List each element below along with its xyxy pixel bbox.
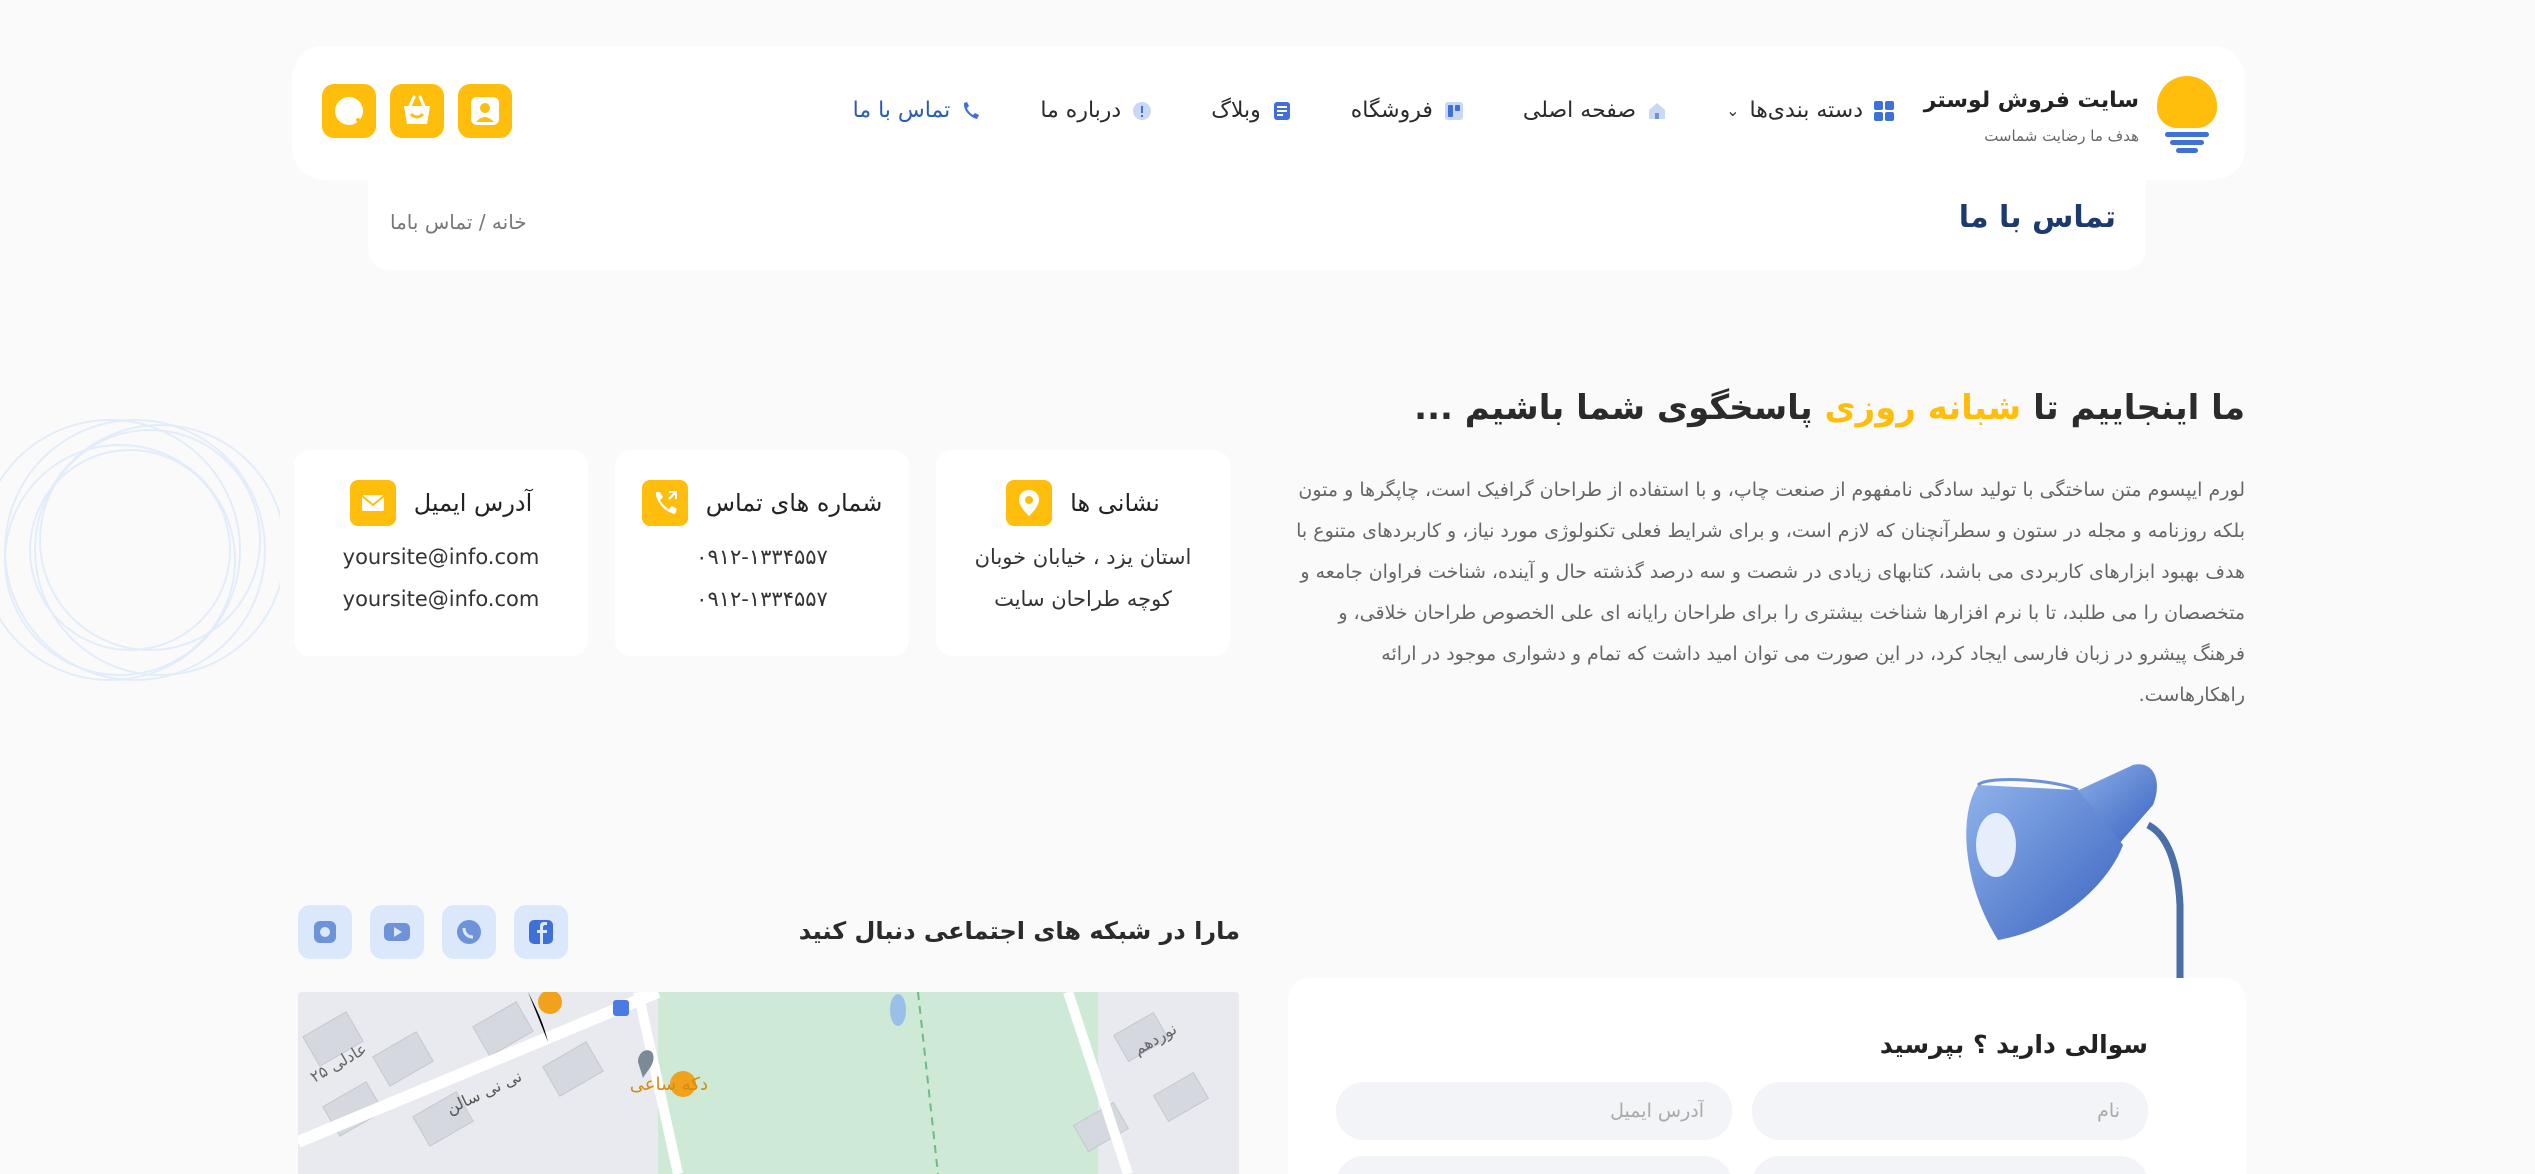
phone-icon — [964, 101, 980, 119]
page-title: تماس با ما — [1958, 200, 2116, 235]
decorative-circles — [0, 419, 280, 681]
social-links — [298, 905, 568, 959]
youtube-button[interactable] — [370, 905, 424, 959]
brand-title: سایت فروش لوستر — [1923, 87, 2139, 113]
lamp-logo-icon — [2157, 76, 2217, 156]
nav-label: وبلاگ — [1211, 98, 1261, 123]
brand-subtitle: هدف ما رضایت شماست — [1984, 126, 2139, 145]
store-icon — [1444, 101, 1463, 120]
address-line: استان یزد ، خیابان خوبان — [974, 545, 1192, 569]
grid-icon — [1874, 100, 1894, 121]
nav-label: صفحه اصلی — [1522, 98, 1637, 123]
breadcrumb[interactable]: خانه / تماس باما — [390, 210, 527, 234]
blog-icon — [1273, 101, 1290, 120]
email-address[interactable]: yoursite@info.com — [294, 536, 588, 578]
nav-label: فروشگاه — [1350, 98, 1433, 123]
contact-form: سوالی دارید ؟ بپرسید — [1288, 978, 2246, 1174]
form-title: سوالی دارید ؟ بپرسید — [1879, 1030, 2148, 1059]
site-header: سایت فروش لوستر هدف ما رضایت شماست دسته … — [292, 46, 2245, 180]
email-field[interactable] — [1336, 1082, 1732, 1140]
email-card: آدرس ایمیل yoursite@info.com yoursite@in… — [294, 450, 588, 656]
map-label: دکه ساعی — [630, 1074, 708, 1095]
phone-call-icon — [641, 480, 688, 526]
map-graphic: دکه ساعی نی نی سالن عادلی ۲۵ نوردهم — [298, 992, 1239, 1174]
card-title: آدرس ایمیل — [413, 489, 533, 517]
nav-label: دسته بندی‌ها — [1749, 98, 1864, 123]
email-address[interactable]: yoursite@info.com — [294, 578, 588, 620]
facebook-icon — [529, 920, 553, 944]
user-button[interactable] — [458, 84, 512, 138]
location-icon — [1006, 480, 1053, 526]
search-button[interactable] — [322, 84, 376, 138]
user-icon — [471, 97, 499, 125]
chevron-down-icon: ⌄ — [1726, 101, 1740, 120]
nav-categories[interactable]: دسته بندی‌ها ⌄ — [1726, 98, 1895, 123]
social-title: مارا در شبکه های اجتماعی دنبال کنید — [798, 917, 1240, 945]
phone-card: شماره های تماس ۰۹۱۲-۱۳۳۴۵۵۷ ۰۹۱۲-۱۳۳۴۵۵۷ — [615, 450, 909, 656]
mail-icon — [349, 480, 396, 526]
brand[interactable]: سایت فروش لوستر هدف ما رضایت شماست — [1924, 76, 2217, 156]
address-line: کوچه طراحان سایت — [994, 587, 1172, 611]
nav-label: درباره ما — [1040, 98, 1122, 123]
name-field[interactable] — [1752, 1082, 2148, 1140]
form-field[interactable] — [1336, 1156, 1732, 1174]
location-map[interactable]: دکه ساعی نی نی سالن عادلی ۲۵ نوردهم — [298, 992, 1239, 1174]
basket-icon — [404, 95, 430, 124]
intro-title-pre: ما اینجاییم تا — [2021, 388, 2245, 428]
intro-title-post: پاسخگوی شما باشیم ... — [1414, 388, 1825, 428]
intro-body: لورم ایپسوم متن ساختگی با تولید سادگی نا… — [1296, 479, 2245, 706]
nav-home[interactable]: صفحه اصلی — [1523, 98, 1668, 123]
phone-number[interactable]: ۰۹۱۲-۱۳۳۴۵۵۷ — [615, 578, 909, 620]
info-icon — [1133, 101, 1152, 120]
header-actions — [322, 84, 512, 138]
phone-number[interactable]: ۰۹۱۲-۱۳۳۴۵۵۷ — [615, 536, 909, 578]
card-title: شماره های تماس — [705, 489, 883, 517]
instagram-button[interactable] — [298, 905, 352, 959]
instagram-icon — [314, 921, 336, 943]
nav-blog[interactable]: وبلاگ — [1211, 98, 1293, 123]
intro-title: ما اینجاییم تا شبانه روزی پاسخگوی شما با… — [1414, 388, 2245, 428]
breadcrumb-bar: تماس با ما خانه / تماس باما — [368, 180, 2146, 270]
main-nav: دسته بندی‌ها ⌄ صفحه اصلی فروشگاه وبلاگ د… — [853, 98, 1895, 123]
basket-button[interactable] — [390, 84, 444, 138]
facebook-button[interactable] — [514, 905, 568, 959]
nav-store[interactable]: فروشگاه — [1351, 98, 1465, 123]
nav-about[interactable]: درباره ما — [1040, 98, 1153, 123]
youtube-icon — [384, 923, 410, 941]
address-card: نشانی ها استان یزد ، خیابان خوبان کوچه ط… — [936, 450, 1230, 656]
whatsapp-button[interactable] — [442, 905, 496, 959]
search-icon — [335, 97, 366, 128]
whatsapp-icon — [457, 920, 481, 944]
card-title: نشانی ها — [1070, 489, 1160, 517]
nav-contact[interactable]: تماس با ما — [853, 98, 983, 123]
form-field[interactable] — [1752, 1156, 2148, 1174]
intro-title-highlight: شبانه روزی — [1824, 388, 2022, 428]
home-icon — [1649, 102, 1666, 119]
nav-label: تماس با ما — [852, 98, 951, 123]
